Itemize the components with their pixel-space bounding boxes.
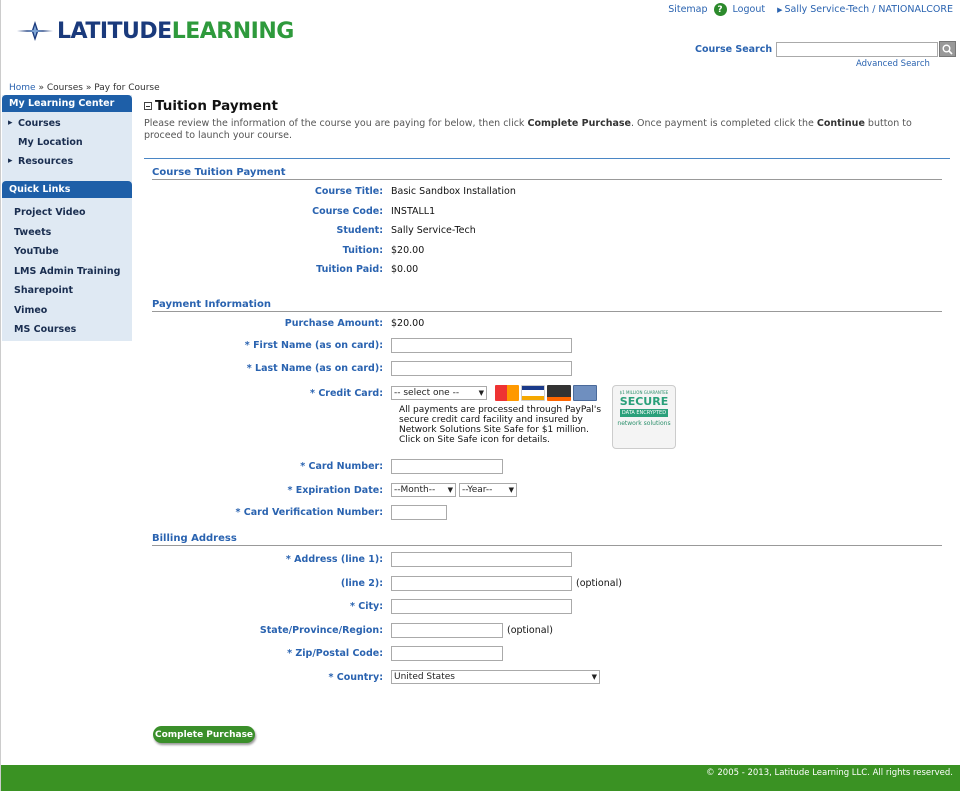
sidebar-header-quick-links: Quick Links: [2, 181, 132, 198]
chevron-down-icon: ▼: [478, 389, 484, 397]
course-title-value: Basic Sandbox Installation: [391, 186, 516, 197]
address2-optional: (optional): [576, 578, 622, 589]
tuition-value: $20.00: [391, 245, 425, 256]
city-label: * City:: [349, 601, 383, 612]
chevron-down-icon: ▼: [591, 673, 597, 681]
state-optional: (optional): [507, 625, 553, 636]
sidebar-header-learning-center: My Learning Center: [2, 95, 132, 112]
logo[interactable]: LATITUDELEARNING: [15, 17, 294, 45]
address2-field[interactable]: [391, 576, 572, 591]
state-field[interactable]: [391, 623, 503, 638]
course-search-input[interactable]: [776, 41, 939, 57]
quick-link-project-video[interactable]: Project Video: [2, 203, 132, 223]
card-number-label: * Card Number:: [300, 461, 383, 472]
last-name-field[interactable]: [391, 361, 572, 376]
user-link[interactable]: Sally Service-Tech / NATIONALCORE: [784, 4, 953, 15]
address1-label: * Address (line 1):: [285, 554, 383, 565]
zip-field[interactable]: [391, 646, 503, 661]
purchase-amount-value: $20.00: [391, 318, 425, 329]
quick-link-lms-admin-training[interactable]: LMS Admin Training: [2, 262, 132, 282]
section-payment-information: Payment Information: [152, 299, 942, 312]
breadcrumb-current: Pay for Course: [94, 83, 160, 93]
city-field[interactable]: [391, 599, 572, 614]
address2-label: (line 2):: [340, 578, 383, 589]
tuition-label: Tuition:: [342, 245, 383, 256]
sidebar-item-courses[interactable]: Courses: [2, 114, 132, 133]
search-button[interactable]: [939, 41, 957, 57]
card-number-field[interactable]: [391, 459, 503, 474]
quick-link-ms-courses[interactable]: MS Courses: [2, 320, 132, 340]
main-content: Tuition Payment Please review the inform…: [144, 98, 950, 684]
search-icon: [942, 44, 953, 55]
student-label: Student:: [336, 225, 384, 236]
quick-link-vimeo[interactable]: Vimeo: [2, 301, 132, 321]
amex-icon: [573, 385, 597, 401]
logout-link[interactable]: Logout: [733, 4, 766, 15]
sidebar-item-my-location[interactable]: My Location: [2, 133, 132, 152]
mastercard-icon: [495, 385, 519, 401]
paypal-note: All payments are processed through PayPa…: [399, 405, 602, 445]
credit-card-select[interactable]: -- select one -- ▼: [391, 386, 487, 400]
last-name-label: * Last Name (as on card):: [246, 363, 383, 374]
zip-label: * Zip/Postal Code:: [287, 648, 383, 659]
cvn-field[interactable]: [391, 505, 447, 520]
intro-text: Please review the information of the cou…: [144, 118, 912, 141]
page-title: Tuition Payment: [155, 98, 278, 114]
course-search: Course Search: [695, 41, 957, 57]
divider: [144, 158, 950, 159]
state-label: State/Province/Region:: [259, 625, 383, 636]
help-icon[interactable]: ?: [713, 3, 727, 16]
breadcrumb-home[interactable]: Home: [9, 83, 36, 93]
top-links: Sitemap ? Logout ▶ Sally Service-Tech / N…: [668, 3, 953, 16]
sidebar: My Learning Center Courses My Location R…: [2, 95, 132, 341]
expiration-month-select[interactable]: --Month-- ▼: [391, 483, 456, 497]
expiration-year-select[interactable]: --Year-- ▼: [459, 483, 517, 497]
site-safe-seal-icon[interactable]: $1 MILLION GUARANTEE SECURE DATA ENCRYPT…: [612, 385, 676, 449]
visa-icon: [521, 385, 545, 401]
course-code-label: Course Code:: [312, 206, 383, 217]
quick-link-sharepoint[interactable]: Sharepoint: [2, 281, 132, 301]
triangle-right-icon: ▶: [777, 6, 783, 14]
country-label: * Country:: [328, 671, 383, 683]
course-title-label: Course Title:: [314, 186, 383, 197]
purchase-amount-label: Purchase Amount:: [284, 318, 383, 329]
course-code-value: INSTALL1: [391, 206, 436, 217]
chevron-down-icon: ▼: [447, 486, 453, 494]
expiration-date-label: * Expiration Date:: [287, 484, 383, 496]
tuition-paid-label: Tuition Paid:: [316, 264, 383, 275]
card-logos: [495, 385, 597, 401]
complete-purchase-button[interactable]: Complete Purchase: [153, 726, 255, 743]
first-name-label: * First Name (as on card):: [244, 340, 383, 351]
breadcrumb-courses[interactable]: Courses: [47, 83, 83, 93]
section-billing-address: Billing Address: [152, 533, 942, 546]
copyright-text: © 2005 - 2013, Latitude Learning LLC. Al…: [706, 768, 953, 778]
logo-text: LATITUDELEARNING: [57, 18, 294, 44]
course-search-label: Course Search: [695, 43, 773, 55]
tuition-paid-value: $0.00: [391, 264, 419, 275]
cvn-label: * Card Verification Number:: [235, 507, 384, 518]
quick-link-tweets[interactable]: Tweets: [2, 223, 132, 243]
chevron-down-icon: ▼: [508, 486, 514, 494]
address1-field[interactable]: [391, 552, 572, 567]
discover-icon: [547, 385, 571, 401]
footer: © 2005 - 2013, Latitude Learning LLC. Al…: [1, 765, 960, 791]
quick-link-youtube[interactable]: YouTube: [2, 242, 132, 262]
breadcrumb: Home » Courses » Pay for Course: [9, 83, 160, 93]
collapse-icon[interactable]: [144, 102, 152, 110]
first-name-field[interactable]: [391, 338, 572, 353]
sitemap-link[interactable]: Sitemap: [668, 4, 707, 15]
compass-star-icon: [17, 21, 53, 41]
credit-card-label: * Credit Card:: [310, 387, 383, 399]
section-course-tuition: Course Tuition Payment: [152, 167, 942, 180]
country-select[interactable]: United States ▼: [391, 670, 600, 684]
advanced-search-link[interactable]: Advanced Search: [856, 59, 930, 69]
student-value: Sally Service-Tech: [391, 225, 476, 236]
sidebar-item-resources[interactable]: Resources: [2, 152, 132, 171]
